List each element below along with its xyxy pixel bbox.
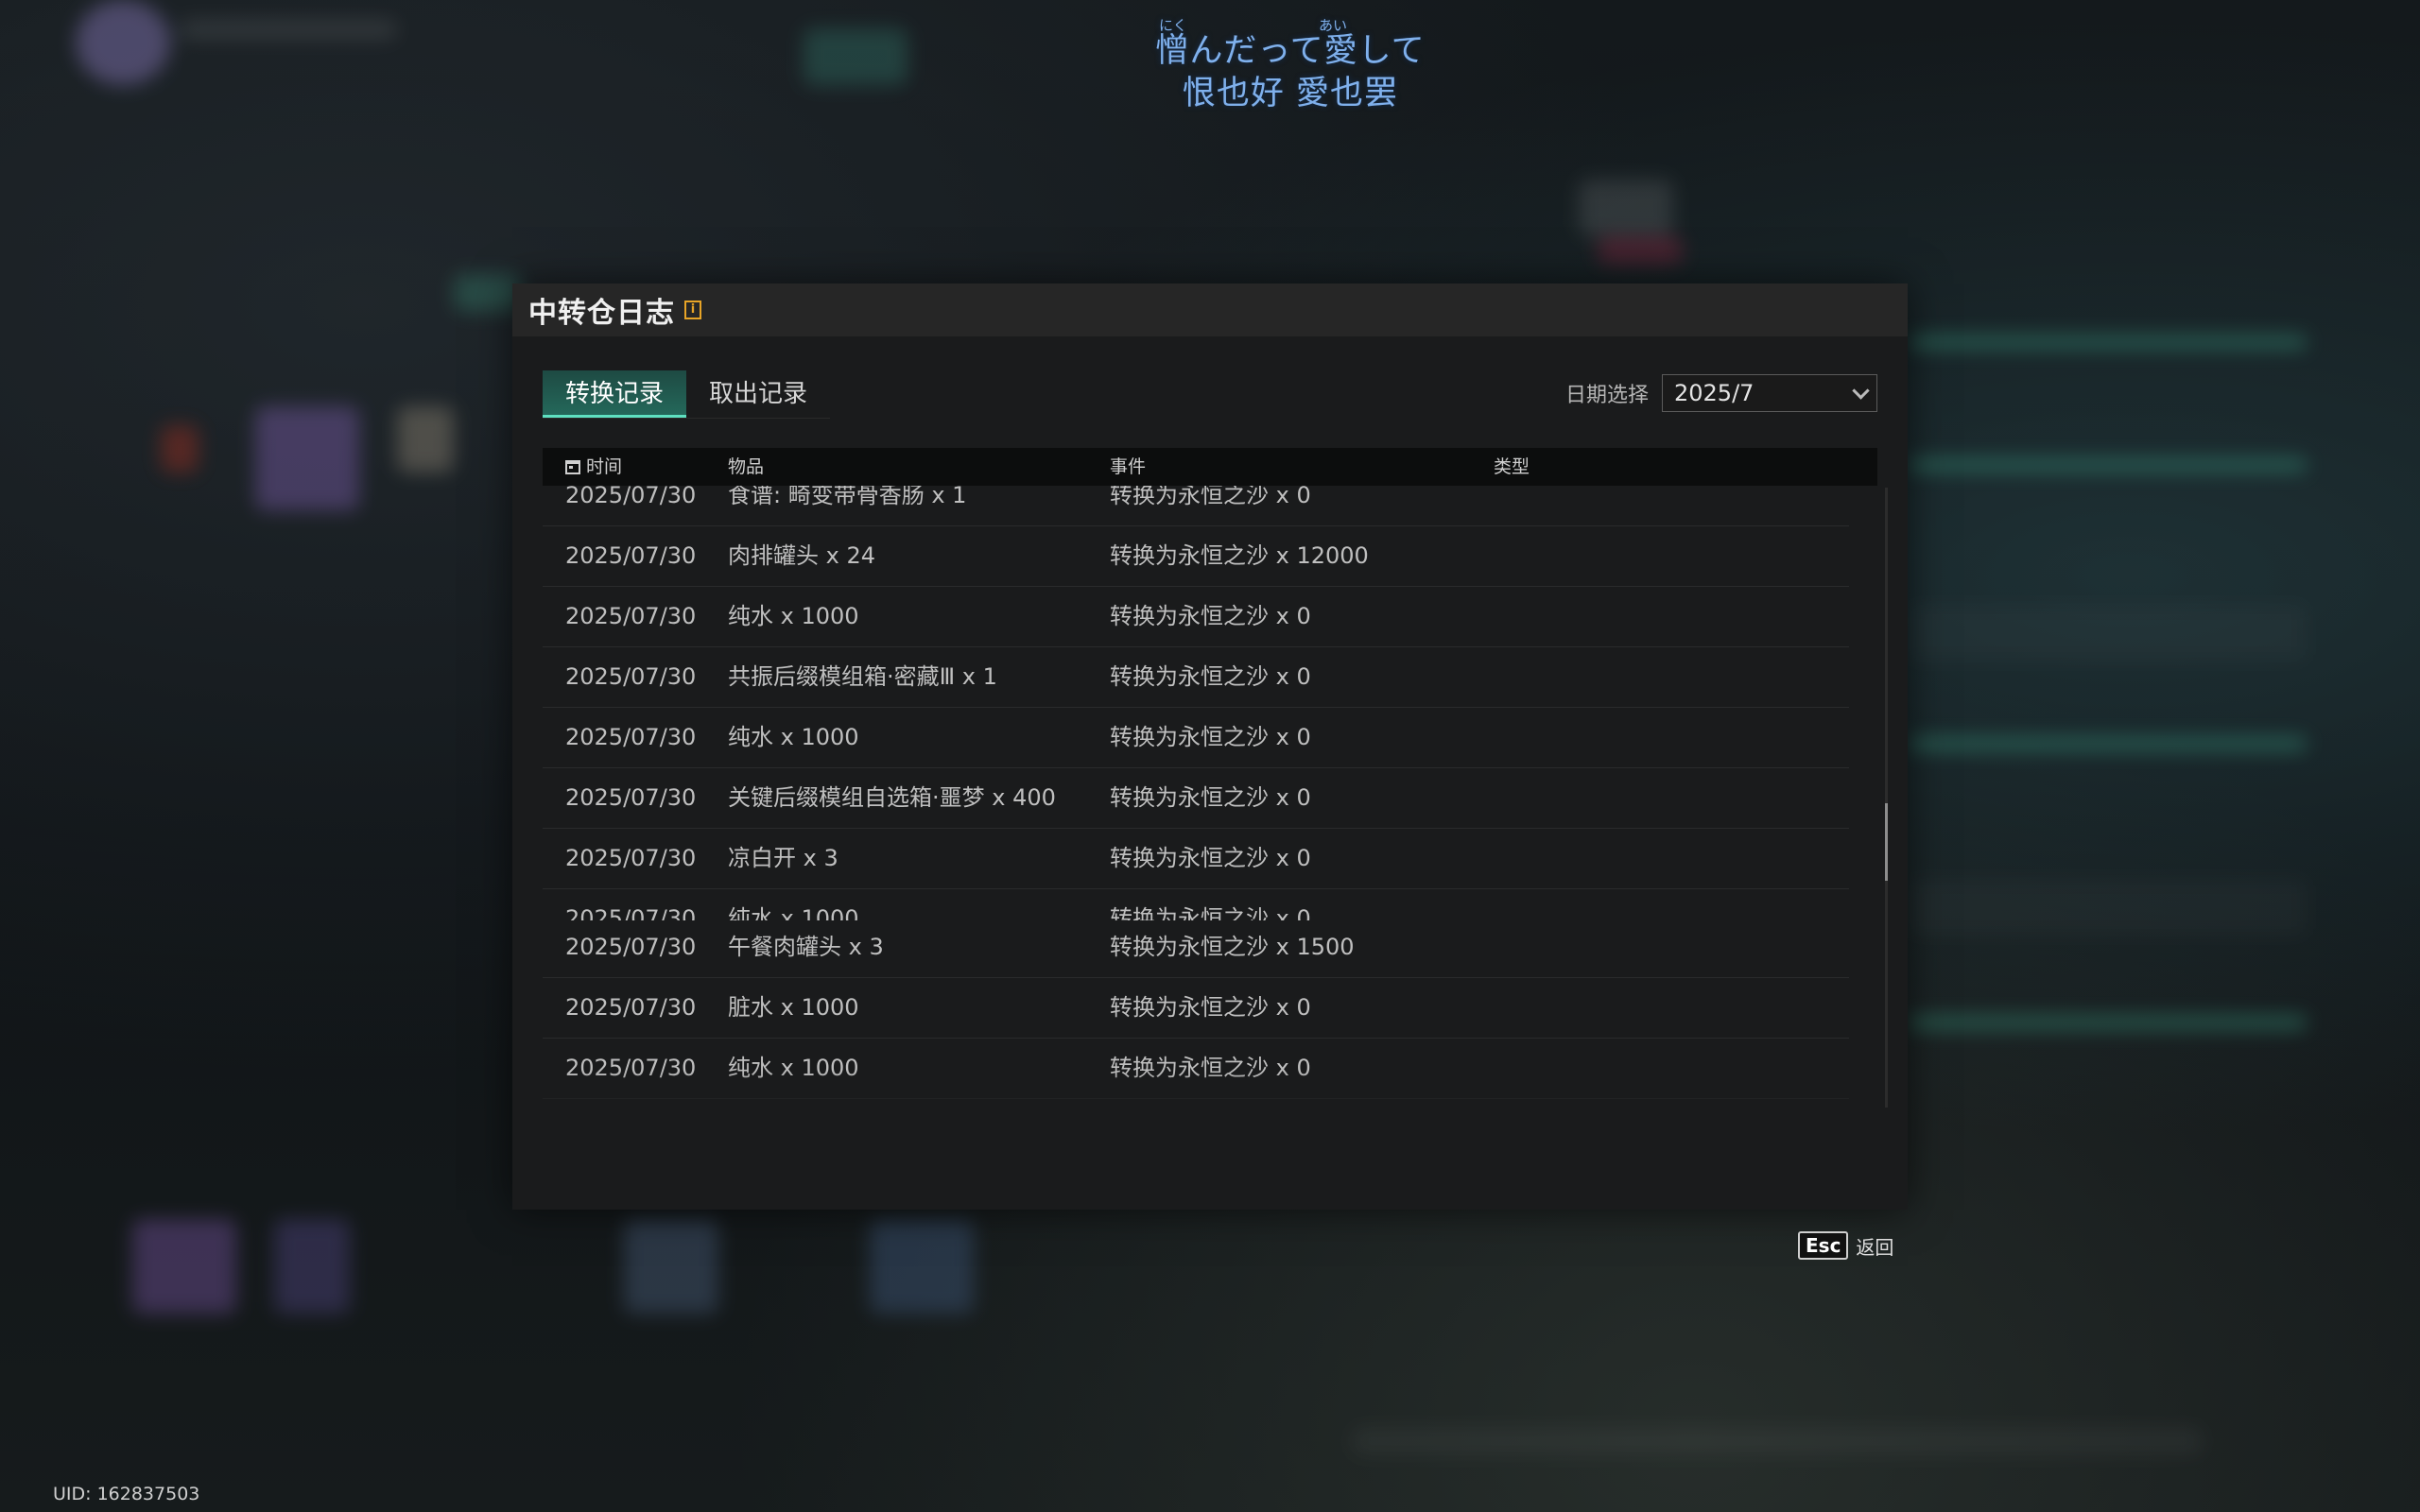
- chevron-down-icon: [1852, 381, 1870, 400]
- column-header-time[interactable]: 时间: [565, 448, 622, 486]
- tab-bar: 转换记录 取出记录: [543, 370, 831, 419]
- column-header-type: 类型: [1494, 448, 1530, 486]
- table-row: 2025/07/30 食谱: 畸变带骨香肠 x 1 转换为永恒之沙 x 0: [543, 486, 1849, 526]
- column-time-label: 时间: [586, 456, 623, 477]
- row-time: 2025/07/30: [565, 1055, 697, 1081]
- table-row: 2025/07/30 纯水 x 1000 转换为永恒之沙 x 0: [543, 707, 1849, 768]
- lyric-line-1: 憎んだって愛して: [1155, 32, 1426, 70]
- table-row: 2025/07/30 共振后缀模组箱·密藏Ⅲ x 1 转换为永恒之沙 x 0: [543, 646, 1849, 708]
- esc-key-icon: Esc: [1798, 1231, 1849, 1260]
- date-filter-label: 日期选择: [1564, 384, 1649, 407]
- row-item: 纯水 x 1000: [728, 1055, 859, 1081]
- table-row: 2025/07/30 纯水 x 1000 转换为永恒之沙 x 0: [543, 888, 1849, 920]
- row-time: 2025/07/30: [565, 934, 697, 960]
- column-type-label: 类型: [1494, 456, 1530, 477]
- row-event: 转换为永恒之沙 x 0: [1110, 784, 1311, 811]
- lyric-furigana-1: にく: [1159, 17, 1187, 34]
- tab-withdrawal-records[interactable]: 取出记录: [686, 370, 830, 418]
- row-time: 2025/07/30: [565, 905, 697, 920]
- row-time: 2025/07/30: [565, 663, 697, 690]
- table-scrollbar[interactable]: [1885, 488, 1888, 1108]
- row-event: 转换为永恒之沙 x 0: [1110, 486, 1311, 508]
- column-item-label: 物品: [728, 456, 765, 477]
- table-header: 时间 物品 事件 类型: [543, 448, 1877, 486]
- dialog-title: 中转仓日志: [528, 297, 675, 330]
- uid-label: UID: 162837503: [53, 1484, 200, 1504]
- column-header-item: 物品: [728, 448, 764, 486]
- row-time: 2025/07/30: [565, 603, 697, 629]
- log-table-body[interactable]: 2025/07/30 食谱: 畸变带骨香肠 x 1 转换为永恒之沙 x 0 20…: [543, 486, 1849, 920]
- row-item: 纯水 x 1000: [728, 603, 859, 629]
- lyric-furigana-row: にく あい: [1134, 11, 1446, 34]
- row-time: 2025/07/30: [565, 486, 697, 508]
- row-event: 转换为永恒之沙 x 0: [1110, 603, 1311, 629]
- row-time: 2025/07/30: [565, 784, 697, 811]
- calendar-icon: [565, 459, 580, 474]
- row-item: 纯水 x 1000: [728, 905, 859, 920]
- table-row: 2025/07/30 纯水 x 1000 转换为永恒之沙 x 0: [543, 1038, 1849, 1099]
- dialog-header: 中转仓日志 i: [512, 284, 1908, 336]
- table-row: 2025/07/30 关键后缀模组自选箱·噩梦 x 400 转换为永恒之沙 x …: [543, 767, 1849, 829]
- row-time: 2025/07/30: [565, 542, 697, 569]
- table-row: 2025/07/30 纯水 x 1000 转换为永恒之沙 x 0: [543, 586, 1849, 647]
- row-item: 共振后缀模组箱·密藏Ⅲ x 1: [728, 663, 997, 690]
- row-event: 转换为永恒之沙 x 0: [1110, 994, 1311, 1021]
- date-select[interactable]: 2025/7: [1662, 374, 1877, 412]
- row-item: 食谱: 畸变带骨香肠 x 1: [728, 486, 967, 508]
- table-row: 2025/07/30 凉白开 x 3 转换为永恒之沙 x 0: [543, 828, 1849, 889]
- row-item: 纯水 x 1000: [728, 724, 859, 750]
- back-button[interactable]: Esc 返回: [1798, 1231, 1893, 1260]
- column-header-event: 事件: [1110, 448, 1146, 486]
- back-label: 返回: [1856, 1235, 1894, 1259]
- row-event: 转换为永恒之沙 x 0: [1110, 1055, 1311, 1081]
- row-time: 2025/07/30: [565, 994, 697, 1021]
- date-select-value: 2025/7: [1674, 380, 1754, 406]
- table-row: 2025/07/30 午餐肉罐头 x 3 转换为永恒之沙 x 1500: [543, 920, 1849, 978]
- lyric-line-2: 恨也好 愛也罢: [1182, 75, 1399, 112]
- row-item: 脏水 x 1000: [728, 994, 859, 1021]
- row-item: 凉白开 x 3: [728, 845, 838, 871]
- row-event: 转换为永恒之沙 x 12000: [1110, 542, 1369, 569]
- row-item: 肉排罐头 x 24: [728, 542, 875, 569]
- row-time: 2025/07/30: [565, 845, 697, 871]
- row-event: 转换为永恒之沙 x 1500: [1110, 934, 1355, 960]
- date-filter: 日期选择 2025/7: [1565, 374, 1877, 412]
- table-row: 2025/07/30 脏水 x 1000 转换为永恒之沙 x 0: [543, 977, 1849, 1039]
- row-event: 转换为永恒之沙 x 0: [1110, 663, 1311, 690]
- transfer-warehouse-log-dialog: 中转仓日志 i 转换记录 取出记录 日期选择 2025/7 时间 物品 事件 类…: [512, 284, 1908, 1210]
- row-event: 转换为永恒之沙 x 0: [1110, 845, 1311, 871]
- row-item: 午餐肉罐头 x 3: [728, 934, 884, 960]
- row-time: 2025/07/30: [565, 724, 697, 750]
- scrollbar-thumb[interactable]: [1885, 803, 1888, 881]
- info-icon[interactable]: i: [684, 301, 701, 319]
- log-table-body-continued[interactable]: 2025/07/30 午餐肉罐头 x 3 转换为永恒之沙 x 1500 2025…: [543, 920, 1849, 1111]
- table-row: 2025/07/30 肉排罐头 x 24 转换为永恒之沙 x 12000: [543, 525, 1849, 587]
- row-event: 转换为永恒之沙 x 0: [1110, 905, 1311, 920]
- tab-conversion-records[interactable]: 转换记录: [543, 370, 687, 418]
- row-event: 转换为永恒之沙 x 0: [1110, 724, 1311, 750]
- lyrics-overlay: にく あい 憎んだって愛して 恨也好 愛也罢: [1134, 11, 1446, 115]
- row-item: 关键后缀模组自选箱·噩梦 x 400: [728, 784, 1056, 811]
- lyric-furigana-2: あい: [1319, 17, 1348, 34]
- column-event-label: 事件: [1110, 456, 1147, 477]
